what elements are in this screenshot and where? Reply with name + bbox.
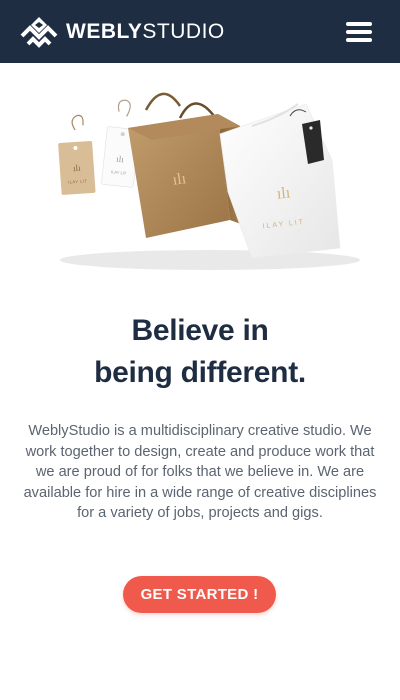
headline-line-2: being different. bbox=[94, 356, 306, 389]
menu-bar bbox=[346, 21, 372, 26]
logo-text-light: STUDIO bbox=[142, 19, 225, 43]
svg-text:ılı: ılı bbox=[276, 184, 292, 202]
intro-paragraph: WeblyStudio is a multidisciplinary creat… bbox=[23, 423, 377, 521]
headline-line-1: Believe in bbox=[131, 314, 269, 347]
menu-bar bbox=[346, 29, 372, 34]
logo-wordmark: WEBLYSTUDIO bbox=[66, 20, 225, 44]
get-started-button[interactable]: GET STARTED ! bbox=[123, 576, 276, 613]
hero-product-image: ılı ILAY LIT ılı ILAY LIT ılı ılı ILAY L… bbox=[40, 80, 360, 275]
kraft-tag: ılı ILAY LIT bbox=[58, 114, 96, 195]
hamburger-menu-icon[interactable] bbox=[346, 21, 372, 42]
svg-text:ılı: ılı bbox=[73, 163, 82, 174]
menu-bar bbox=[346, 37, 372, 42]
site-logo[interactable]: WEBLYSTUDIO bbox=[20, 16, 225, 48]
webly-logo-icon bbox=[20, 16, 58, 48]
logo-text-bold: WEBLY bbox=[66, 19, 143, 43]
top-navbar: WEBLYSTUDIO bbox=[0, 0, 400, 63]
page-headline: Believe in being different. bbox=[0, 310, 400, 394]
